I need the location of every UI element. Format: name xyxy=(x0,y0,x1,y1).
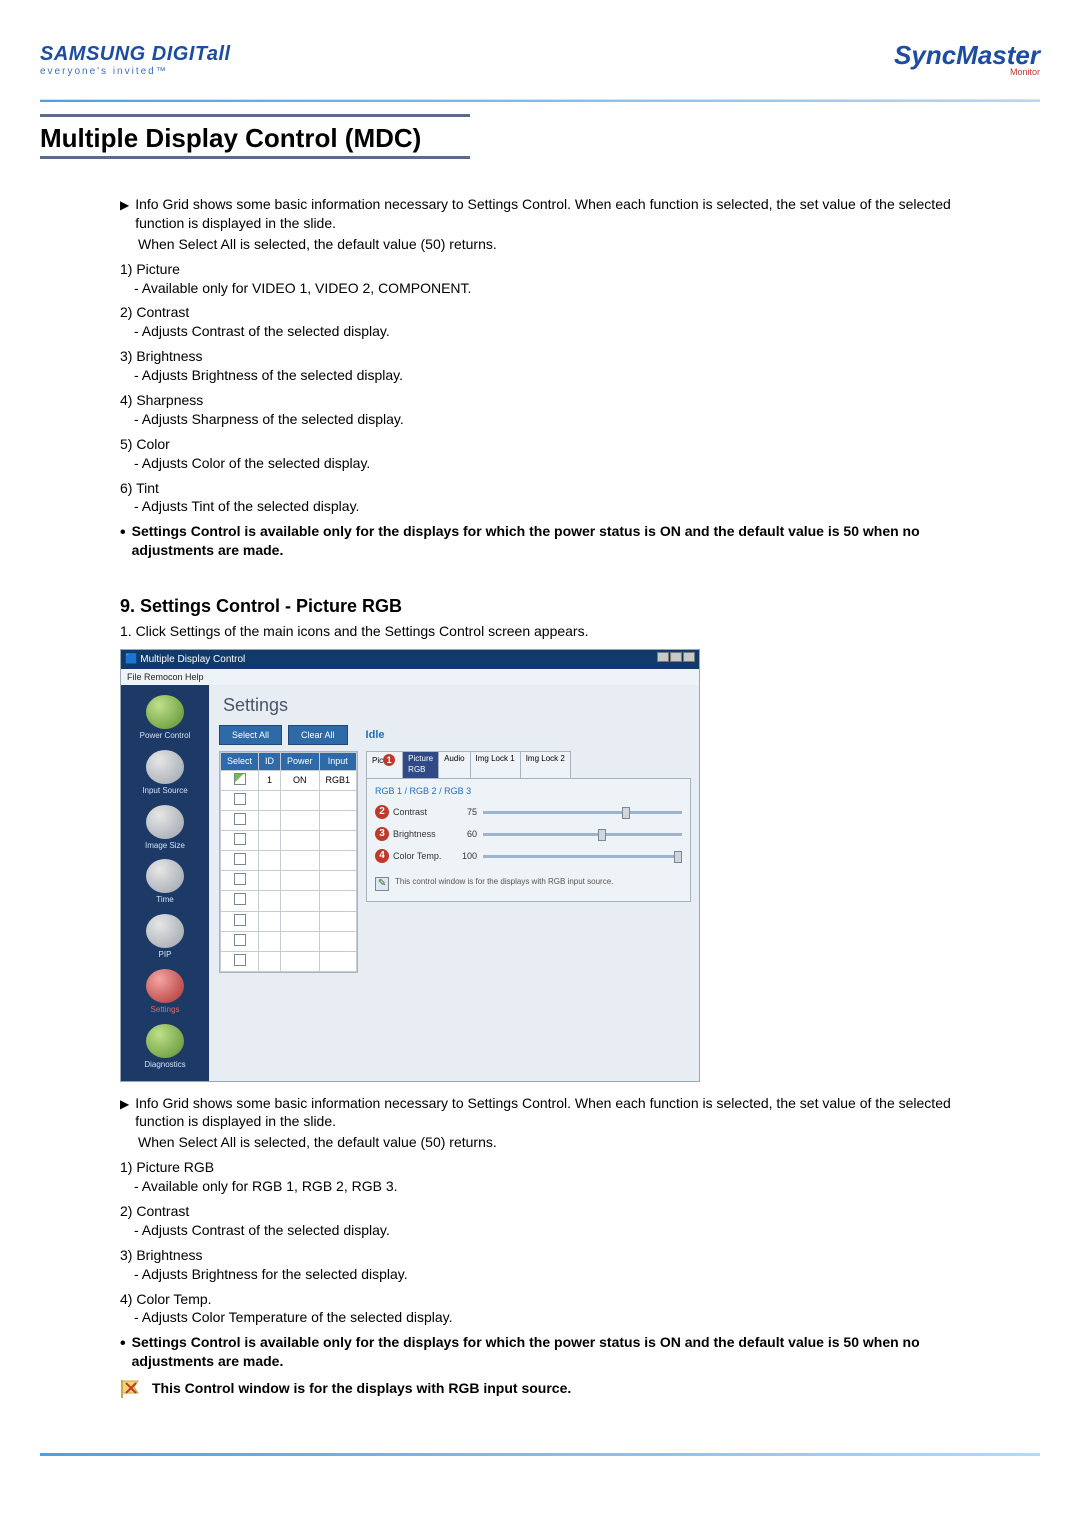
tab-picture-rgb[interactable]: Picture RGB xyxy=(402,751,439,778)
list-item: 2) Contrast- Adjusts Contrast of the sel… xyxy=(120,303,980,341)
brand-right: SyncMaster Monitor xyxy=(894,40,1040,77)
mdc-sidebar: Power Control Input Source Image Size Time P… xyxy=(121,685,209,1081)
page-title: Multiple Display Control (MDC) xyxy=(40,117,1040,156)
settings-list-1: 1) Picture- Available only for VIDEO 1, … xyxy=(120,260,980,517)
tab-picture[interactable]: Pic1 xyxy=(366,751,403,778)
table-row[interactable] xyxy=(221,810,357,830)
list-item: 4) Color Temp.- Adjusts Color Temperatur… xyxy=(120,1290,980,1328)
sidebar-item[interactable]: Power Control xyxy=(132,695,198,742)
info-grid[interactable]: SelectIDPowerInput1ONRGB1 xyxy=(219,751,358,973)
list-item: 3) Brightness- Adjusts Brightness of the… xyxy=(120,347,980,385)
table-row[interactable] xyxy=(221,830,357,850)
sidebar-item[interactable]: Diagnostics xyxy=(132,1024,198,1071)
rgb-subtext: RGB 1 / RGB 2 / RGB 3 xyxy=(375,785,682,797)
callout-2: 2 xyxy=(375,805,389,819)
table-row[interactable] xyxy=(221,951,357,971)
intro2-line2: When Select All is selected, the default… xyxy=(138,1133,980,1152)
list-item: 4) Sharpness- Adjusts Sharpness of the s… xyxy=(120,391,980,429)
table-row[interactable] xyxy=(221,790,357,810)
callout-4: 4 xyxy=(375,849,389,863)
sidebar-item[interactable]: Input Source xyxy=(132,750,198,797)
select-all-button[interactable]: Select All xyxy=(219,725,282,745)
bullet-dot-icon: • xyxy=(120,522,126,544)
table-row[interactable] xyxy=(221,851,357,871)
intro-bullet: ▶ Info Grid shows some basic information… xyxy=(120,195,980,233)
window-buttons[interactable] xyxy=(656,652,695,667)
tab-img-lock-1[interactable]: Img Lock 1 xyxy=(470,751,521,778)
tab-audio[interactable]: Audio xyxy=(438,751,470,778)
table-row[interactable] xyxy=(221,891,357,911)
section-9-heading: 9. Settings Control - Picture RGB xyxy=(120,594,980,618)
table-row[interactable] xyxy=(221,931,357,951)
bullet-dot-icon: • xyxy=(120,1333,126,1355)
slider-brightness[interactable]: 3Brightness60 xyxy=(375,827,682,841)
sidebar-item[interactable]: Time xyxy=(132,859,198,906)
list-item: 1) Picture RGB- Available only for RGB 1… xyxy=(120,1158,980,1196)
section-9-intro: 1. Click Settings of the main icons and … xyxy=(120,622,980,641)
flag-icon xyxy=(120,1379,144,1399)
check-icon: ✎ xyxy=(375,877,389,891)
intro-line2: When Select All is selected, the default… xyxy=(138,235,980,254)
arrow-icon: ▶ xyxy=(120,197,129,213)
mdc-menubar[interactable]: File Remocon Help xyxy=(121,669,699,685)
sidebar-item[interactable]: Settings xyxy=(132,969,198,1016)
mdc-panel-heading: Settings xyxy=(223,693,691,717)
sidebar-item[interactable]: PIP xyxy=(132,914,198,961)
list-item: 2) Contrast- Adjusts Contrast of the sel… xyxy=(120,1202,980,1240)
mdc-titlebar: 🟦 Multiple Display Control xyxy=(121,650,699,669)
slider-color-temp-[interactable]: 4Color Temp.100 xyxy=(375,849,682,863)
sidebar-item[interactable]: Image Size xyxy=(132,805,198,852)
list-item: 6) Tint- Adjusts Tint of the selected di… xyxy=(120,479,980,517)
clear-all-button[interactable]: Clear All xyxy=(288,725,348,745)
callout-1: 1 xyxy=(383,754,395,766)
header-divider xyxy=(40,99,1040,102)
mdc-screenshot: 🟦 Multiple Display Control File Remocon … xyxy=(120,649,700,1081)
bold-note-2: • Settings Control is available only for… xyxy=(120,1333,980,1371)
arrow-icon: ▶ xyxy=(120,1096,129,1112)
settings-tab-panel: Pic1 Picture RGB Audio Img Lock 1 Img Lo… xyxy=(366,751,691,902)
table-row[interactable]: 1ONRGB1 xyxy=(221,770,357,790)
intro2-bullet: ▶ Info Grid shows some basic information… xyxy=(120,1094,980,1132)
brand-left-tagline: everyone's invited™ xyxy=(40,66,231,77)
brand-left: SAMSUNG DIGITall everyone's invited™ xyxy=(40,43,231,77)
brand-left-name: SAMSUNG DIGITall xyxy=(40,43,231,66)
brand-right-name: SyncMaster xyxy=(894,40,1040,70)
callout-3: 3 xyxy=(375,827,389,841)
table-row[interactable] xyxy=(221,871,357,891)
tab-img-lock-2[interactable]: Img Lock 2 xyxy=(520,751,571,778)
panel-note: ✎ This control window is for the display… xyxy=(375,877,682,891)
settings-list-2: 1) Picture RGB- Available only for RGB 1… xyxy=(120,1158,980,1327)
page-title-block: Multiple Display Control (MDC) xyxy=(40,114,1040,159)
footer-note: This Control window is for the displays … xyxy=(120,1379,980,1399)
footer-divider xyxy=(40,1453,1040,1456)
bold-note-1: • Settings Control is available only for… xyxy=(120,522,980,560)
page-header: SAMSUNG DIGITall everyone's invited™ Syn… xyxy=(40,40,1040,85)
table-row[interactable] xyxy=(221,911,357,931)
status-idle: Idle xyxy=(366,728,385,743)
slider-contrast[interactable]: 2Contrast75 xyxy=(375,805,682,819)
list-item: 3) Brightness- Adjusts Brightness for th… xyxy=(120,1246,980,1284)
list-item: 1) Picture- Available only for VIDEO 1, … xyxy=(120,260,980,298)
intro2-text: Info Grid shows some basic information n… xyxy=(135,1094,980,1132)
intro-text: Info Grid shows some basic information n… xyxy=(135,195,980,233)
list-item: 5) Color- Adjusts Color of the selected … xyxy=(120,435,980,473)
